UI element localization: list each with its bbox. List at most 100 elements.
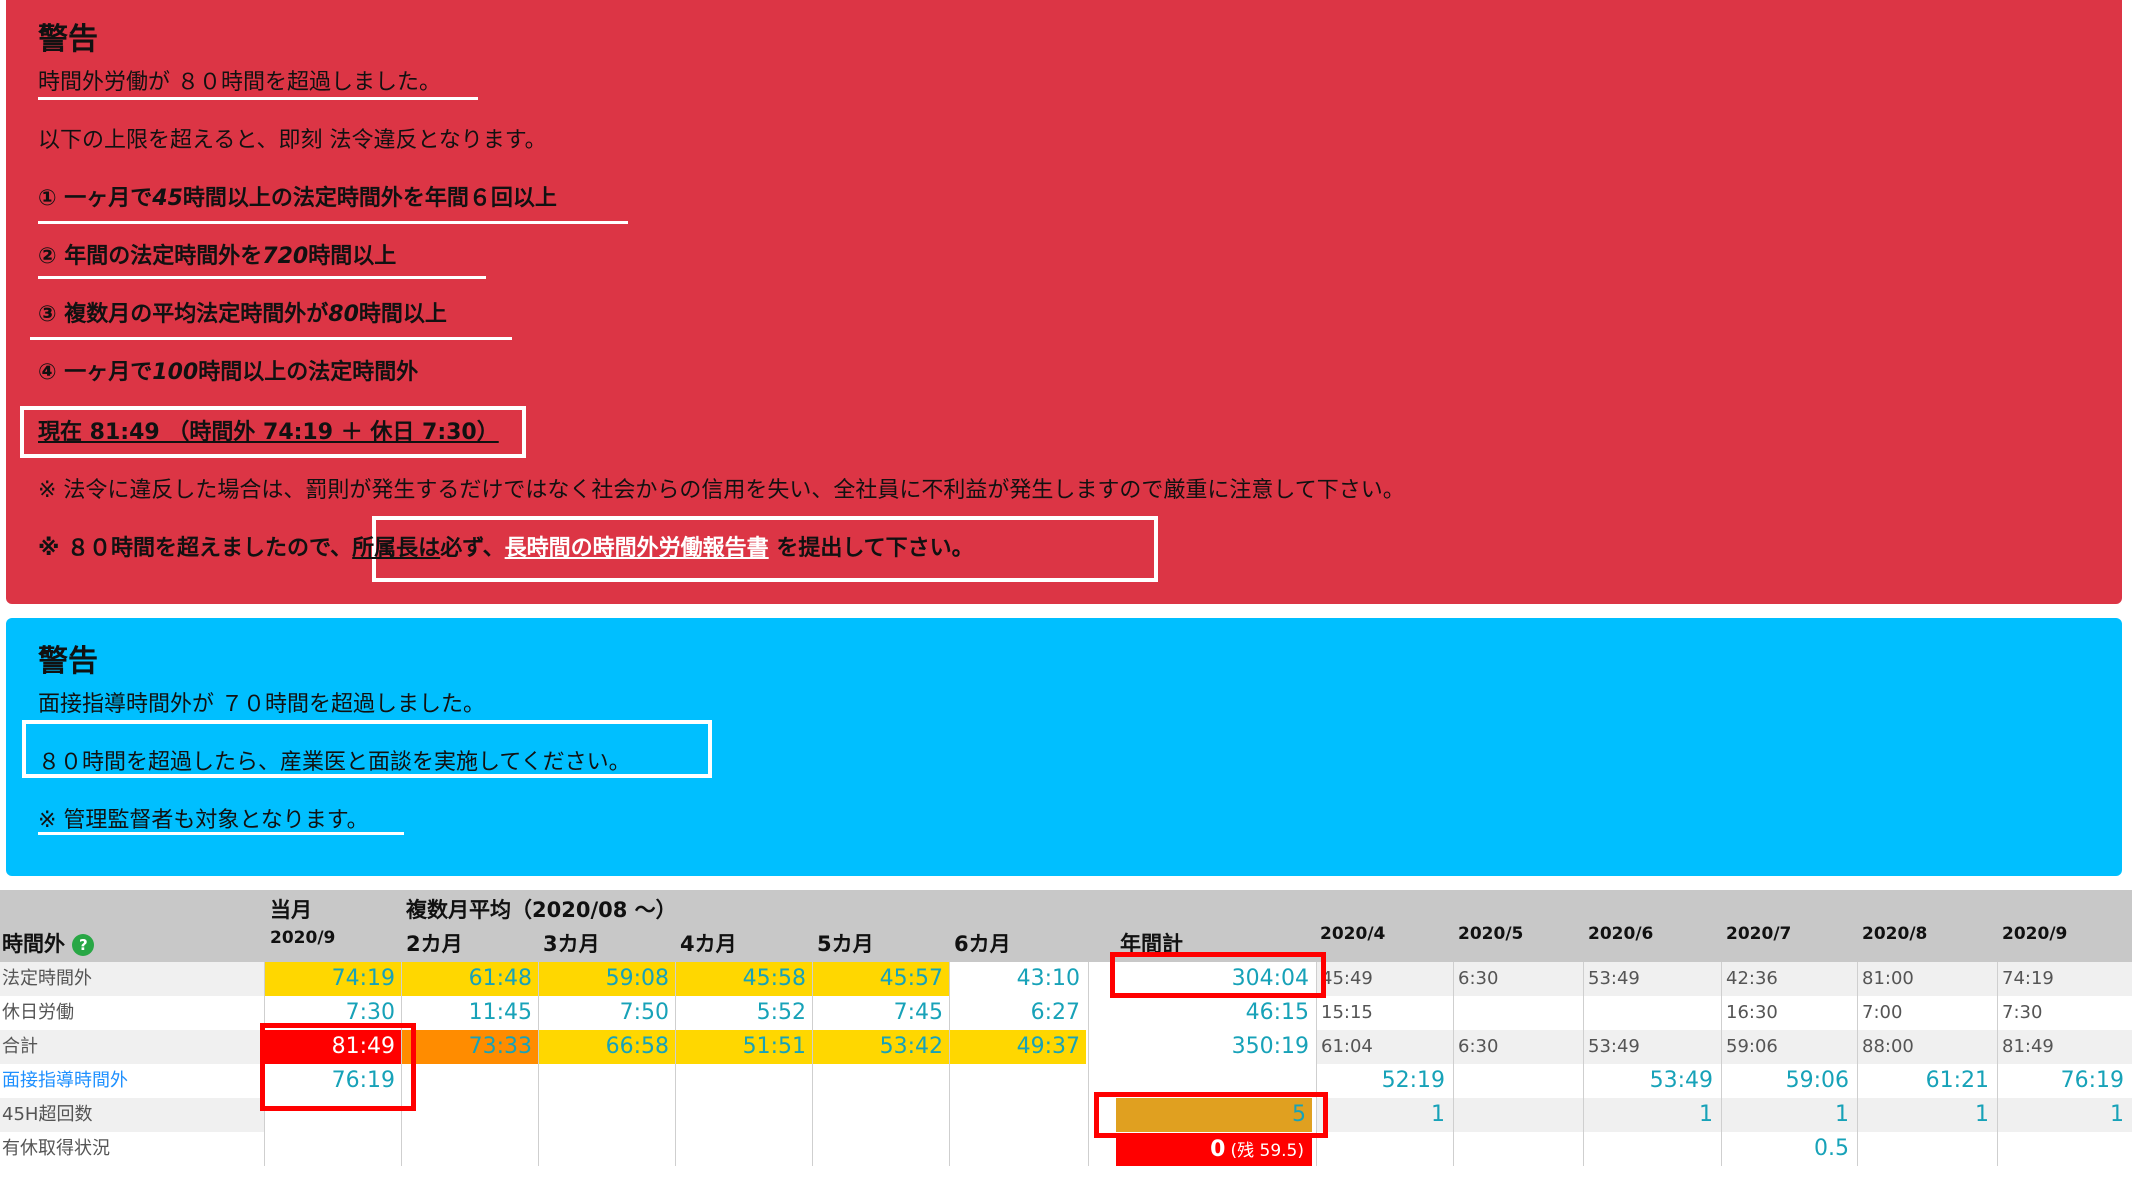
rule-2-num: 720	[262, 244, 309, 269]
row-label-total: 合計	[2, 1036, 38, 1057]
cell-total-avg5: 53:42	[813, 1030, 949, 1064]
row-label-paid-leave: 有休取得状況	[2, 1138, 110, 1159]
avg-col-5: 5カ月	[817, 932, 874, 956]
cell-holiday-month: 15:15	[1321, 1002, 1373, 1023]
cell-legal-avg6: 43:10	[1016, 966, 1080, 991]
rule-2: ② 年間の法定時間外を720時間以上	[38, 238, 396, 270]
cell-holiday-month: 7:00	[1862, 1002, 1903, 1023]
note2-manager: 所属長は	[352, 536, 441, 561]
cell-total-annual: 350:19	[1231, 1034, 1309, 1059]
rule-3-prefix: ③ 複数月の平均法定時間外が	[38, 302, 329, 327]
avg-col-4: 4カ月	[680, 932, 737, 956]
cell-total-month: 59:06	[1726, 1036, 1778, 1057]
rule-4-suffix: 時間以上の法定時間外	[198, 360, 419, 385]
cell-total-avg3: 66:58	[539, 1030, 675, 1064]
cell-holiday-avg5: 7:45	[893, 1000, 943, 1025]
cell-holiday-avg3: 7:50	[619, 1000, 669, 1025]
row-header-label: 時間外	[2, 932, 65, 956]
blue-warning-line1: 面接指導時間外が ７０時間を超過しました。	[38, 692, 485, 717]
row-label-over45: 45H超回数	[2, 1104, 93, 1125]
cell-total-month: 53:49	[1588, 1036, 1640, 1057]
rule-3: ③ 複数月の平均法定時間外が80時間以上	[38, 296, 447, 328]
rule-4-num: 100	[152, 360, 199, 385]
cell-over45-month: 1	[2110, 1102, 2124, 1127]
rule-2-prefix: ② 年間の法定時間外を	[38, 244, 263, 269]
month-header: 2020/8	[1862, 924, 1928, 944]
rule-1: ① 一ヶ月で45時間以上の法定時間外を年間６回以上	[38, 180, 557, 212]
cell-total-avg6: 49:37	[950, 1030, 1086, 1064]
row-label-legal: 法定時間外	[2, 968, 92, 989]
red-warning-line1: 時間外労働が ８０時間を超過しました。	[38, 70, 441, 95]
cell-legal-current: 74:19	[265, 962, 401, 996]
cell-legal-month: 81:00	[1862, 968, 1914, 989]
cell-holiday-avg2: 11:45	[468, 1000, 532, 1025]
overtime-table: 当月 複数月平均（2020/08 ～） 時間外 ? 2020/9 2カ月 3カ月…	[0, 890, 2132, 1180]
underline	[30, 337, 512, 340]
month-header: 2020/6	[1588, 924, 1654, 944]
cell-interview-month: 59:06	[1785, 1068, 1849, 1093]
col-current-month: 2020/9	[270, 928, 336, 948]
rule-1-suffix: 時間以上の法定時間外を年間６回以上	[182, 186, 557, 211]
rule-1-prefix: ① 一ヶ月で	[38, 186, 153, 211]
month-header: 2020/4	[1320, 924, 1386, 944]
cell-legal-avg2: 61:48	[402, 962, 538, 996]
cell-holiday-annual: 46:15	[1245, 1000, 1309, 1025]
red-warning-panel: 警告 時間外労働が ８０時間を超過しました。 以下の上限を超えると、即刻 法令違…	[6, 0, 2122, 604]
red-warning-note2: ※ ８０時間を超えましたので、所属長は必ず、長時間の時間外労働報告書 を提出して…	[38, 530, 974, 562]
cell-total-month: 6:30	[1458, 1036, 1499, 1057]
table-header-band	[0, 890, 2132, 962]
highlight-over45	[1094, 1092, 1328, 1138]
report-link[interactable]: 長時間の時間外労働報告書	[505, 536, 769, 561]
blue-warning-panel: 警告 面接指導時間外が ７０時間を超過しました。 ８０時間を超過したら、産業医と…	[6, 618, 2122, 876]
cell-paid-leave-annual: 0 (残 59.5)	[1116, 1134, 1312, 1166]
paid-leave-remain: (残 59.5)	[1230, 1141, 1304, 1161]
underline	[38, 276, 486, 279]
blue-warning-title: 警告	[38, 644, 98, 679]
avg-col-3: 3カ月	[543, 932, 600, 956]
row-label-holiday: 休日労働	[2, 1002, 74, 1023]
underline	[38, 97, 478, 100]
note2-suffix: を提出して下さい。	[768, 536, 974, 561]
rule-3-num: 80	[328, 302, 359, 327]
cell-total-avg2: 73:33	[402, 1030, 538, 1064]
row-header: 時間外 ?	[2, 928, 95, 958]
cell-legal-month: 6:30	[1458, 968, 1499, 989]
cell-interview-month: 52:19	[1381, 1068, 1445, 1093]
cell-over45-month: 1	[1431, 1102, 1445, 1127]
cell-interview-month: 61:21	[1925, 1068, 1989, 1093]
rule-1-num: 45	[152, 186, 183, 211]
month-header: 2020/5	[1458, 924, 1524, 944]
cell-holiday-month: 16:30	[1726, 1002, 1778, 1023]
cell-legal-avg4: 45:58	[676, 962, 812, 996]
cell-total-avg4: 51:51	[676, 1030, 812, 1064]
red-warning-line2: 以下の上限を超えると、即刻 法令違反となります。	[38, 128, 547, 153]
highlight-current-total	[260, 1023, 416, 1111]
cell-total-month: 61:04	[1321, 1036, 1373, 1057]
col-avg-group-header: 複数月平均（2020/08 ～）	[406, 898, 677, 922]
note2-prefix: ※ ８０時間を超えましたので、	[38, 536, 353, 561]
avg-col-6: 6カ月	[954, 932, 1011, 956]
cell-over45-month: 1	[1975, 1102, 1989, 1127]
red-warning-note1: ※ 法令に違反した場合は、罰則が発生するだけではなく社会からの信用を失い、全社員…	[38, 478, 1405, 503]
highlight-annual-legal	[1110, 952, 1326, 998]
paid-leave-value: 0	[1210, 1137, 1226, 1162]
note2-mid: 必ず、	[440, 536, 505, 561]
blue-warning-line3: ※ 管理監督者も対象となります。	[38, 808, 369, 833]
row-label-interview-link[interactable]: 面接指導時間外	[0, 1064, 264, 1098]
blue-warning-line2: ８０時間を超過したら、産業医と面談を実施してください。	[38, 750, 631, 775]
cell-total-month: 88:00	[1862, 1036, 1914, 1057]
question-icon[interactable]: ?	[72, 934, 95, 956]
cell-interview-month: 76:19	[2060, 1068, 2124, 1093]
cell-paid-leave-month: 0.5	[1814, 1136, 1849, 1161]
cell-legal-month: 42:36	[1726, 968, 1778, 989]
underline	[38, 832, 404, 835]
cell-holiday-avg6: 6:27	[1030, 1000, 1080, 1025]
rule-2-suffix: 時間以上	[308, 244, 397, 269]
underline	[38, 221, 628, 224]
month-header: 2020/9	[2002, 924, 2068, 944]
rule-4-prefix: ④ 一ヶ月で	[38, 360, 153, 385]
cell-legal-month: 53:49	[1588, 968, 1640, 989]
month-header: 2020/7	[1726, 924, 1792, 944]
cell-over45-month: 1	[1699, 1102, 1713, 1127]
cell-over45-month: 1	[1835, 1102, 1849, 1127]
